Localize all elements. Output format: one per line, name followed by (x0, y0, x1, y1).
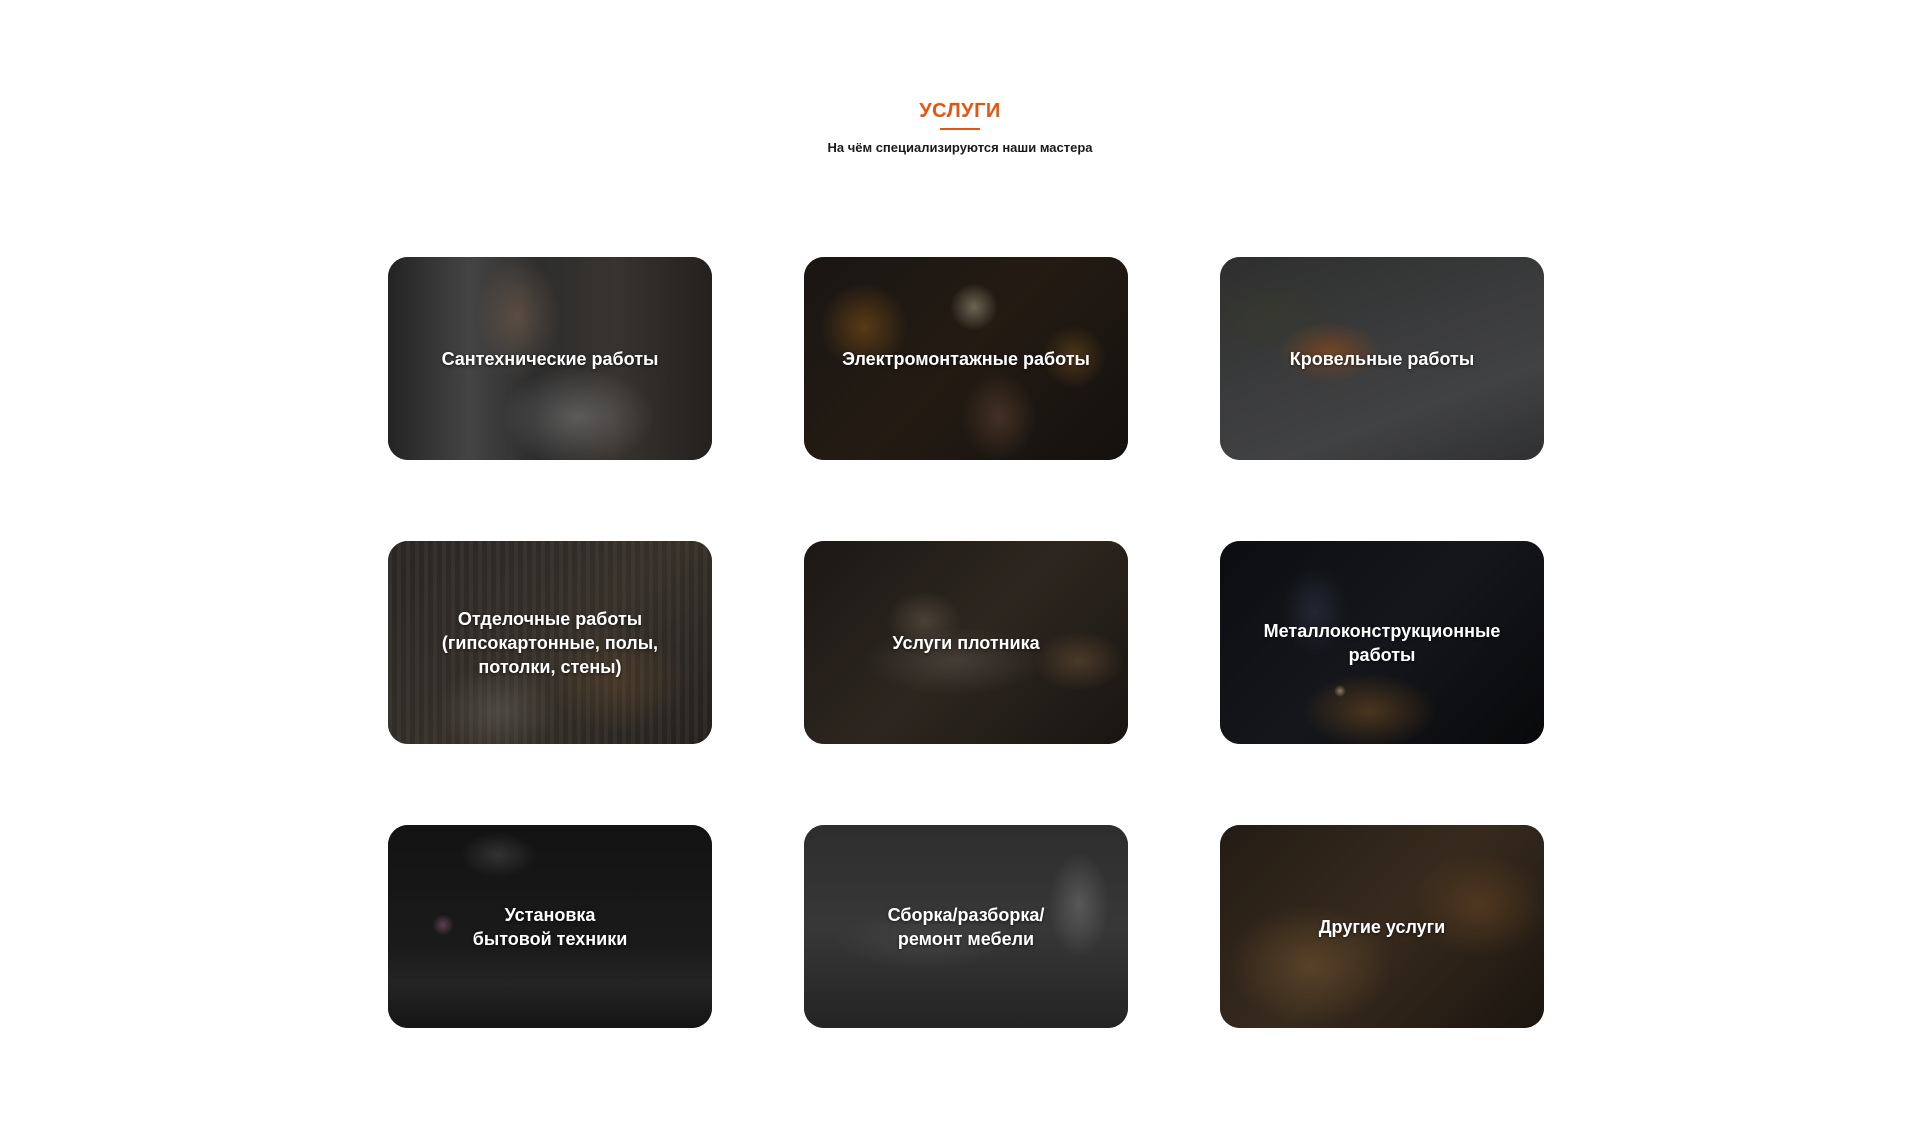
service-card-label: Установка бытовой техники (472, 904, 628, 949)
section-subtitle: На чём специализируются наши мастера (827, 140, 1093, 155)
section-title: УСЛУГИ (919, 100, 1001, 122)
services-page: УСЛУГИ На чём специализируются наши маст… (0, 0, 1920, 1122)
service-card-plumbing[interactable]: Сантехнические работы (388, 257, 712, 460)
service-card-label: Сантехнические работы (441, 348, 659, 369)
title-underline (940, 128, 980, 130)
service-card-other[interactable]: Другие услуги (1220, 825, 1544, 1028)
service-card-label: Другие услуги (1318, 916, 1446, 937)
service-card-roofing[interactable]: Кровельные работы (1220, 257, 1544, 460)
service-card-label: Электромонтажные работы (842, 348, 1090, 369)
service-card-label: Сборка/разборка/ ремонт мебели (887, 904, 1045, 949)
service-card-label: Кровельные работы (1289, 348, 1475, 369)
service-card-metalwork[interactable]: Металлоконструкционные работы (1220, 541, 1544, 744)
service-card-electrical[interactable]: Электромонтажные работы (804, 257, 1128, 460)
services-grid: Сантехнические работы Электромонтажные р… (388, 257, 1544, 1028)
service-card-furniture[interactable]: Сборка/разборка/ ремонт мебели (804, 825, 1128, 1028)
service-card-carpenter[interactable]: Услуги плотника (804, 541, 1128, 744)
service-card-label: Металлоконструкционные работы (1263, 620, 1501, 665)
service-card-label: Услуги плотника (892, 632, 1040, 653)
service-card-finishing[interactable]: Отделочные работы (гипсокартонные, полы,… (388, 541, 712, 744)
section-header: УСЛУГИ На чём специализируются наши маст… (0, 98, 1920, 155)
service-card-label: Отделочные работы (гипсокартонные, полы,… (441, 608, 659, 677)
service-card-appliances[interactable]: Установка бытовой техники (388, 825, 712, 1028)
